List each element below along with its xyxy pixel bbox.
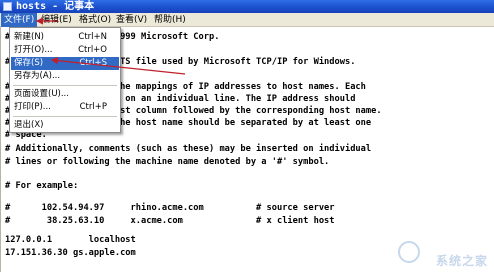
watermark-logo-icon [398, 241, 420, 263]
menu-item-label: 页面设置(U)... [14, 89, 69, 99]
menu-format[interactable]: 格式(O) [76, 13, 114, 27]
menu-item-label: 打印(P)... [14, 102, 51, 112]
menu-item-shortcut: Ctrl+O [78, 45, 107, 55]
text-line: # 102.54.94.97 rhino.acme.com # source s… [5, 203, 335, 213]
menu-file[interactable]: 文件(F) [1, 13, 38, 27]
title-bar: hosts - 记事本 [0, 0, 494, 13]
text-line: 17.151.36.30 gs.apple.com [5, 248, 136, 258]
menu-item-save[interactable]: 保存(S) Ctrl+S [11, 57, 119, 70]
menu-item-new[interactable]: 新建(N) Ctrl+N [11, 31, 119, 44]
menu-item-shortcut: Ctrl+S [79, 58, 107, 68]
menu-item-label: 新建(N) [14, 32, 44, 42]
notepad-icon [3, 2, 12, 11]
window-title: hosts - 记事本 [16, 1, 95, 12]
menu-item-open[interactable]: 打开(O)... Ctrl+O [11, 44, 119, 57]
menu-item-shortcut: Ctrl+P [79, 102, 107, 112]
menu-edit[interactable]: 编辑(E) [38, 13, 75, 27]
menu-item-page-setup[interactable]: 页面设置(U)... [11, 88, 119, 101]
text-line: # 38.25.63.10 x.acme.com # x client host [5, 216, 335, 226]
text-line: # lines or following the machine name de… [5, 157, 330, 167]
menu-item-label: 另存为(A)... [14, 71, 61, 81]
menu-separator [13, 116, 117, 117]
menu-item-label: 保存(S) [14, 58, 44, 68]
text-line: # For example: [5, 181, 79, 191]
text-line: 127.0.0.1 localhost [5, 235, 136, 245]
watermark-text: 系统之家 [435, 254, 488, 268]
menu-item-shortcut: Ctrl+N [78, 32, 107, 42]
menu-view[interactable]: 查看(V) [113, 13, 150, 27]
menu-item-save-as[interactable]: 另存为(A)... [11, 70, 119, 83]
menu-item-print[interactable]: 打印(P)... Ctrl+P [11, 101, 119, 114]
text-line: # Additionally, comments (such as these)… [5, 144, 372, 154]
menu-bar: 文件(F) 编辑(E) 格式(O) 查看(V) 帮助(H) [0, 13, 494, 27]
menu-item-label: 打开(O)... [14, 45, 53, 55]
menu-separator [13, 85, 117, 86]
menu-help[interactable]: 帮助(H) [151, 13, 189, 27]
menu-item-exit[interactable]: 退出(X) [11, 119, 119, 132]
file-menu-dropdown: 新建(N) Ctrl+N 打开(O)... Ctrl+O 保存(S) Ctrl+… [9, 27, 121, 133]
menu-item-label: 退出(X) [14, 120, 44, 130]
